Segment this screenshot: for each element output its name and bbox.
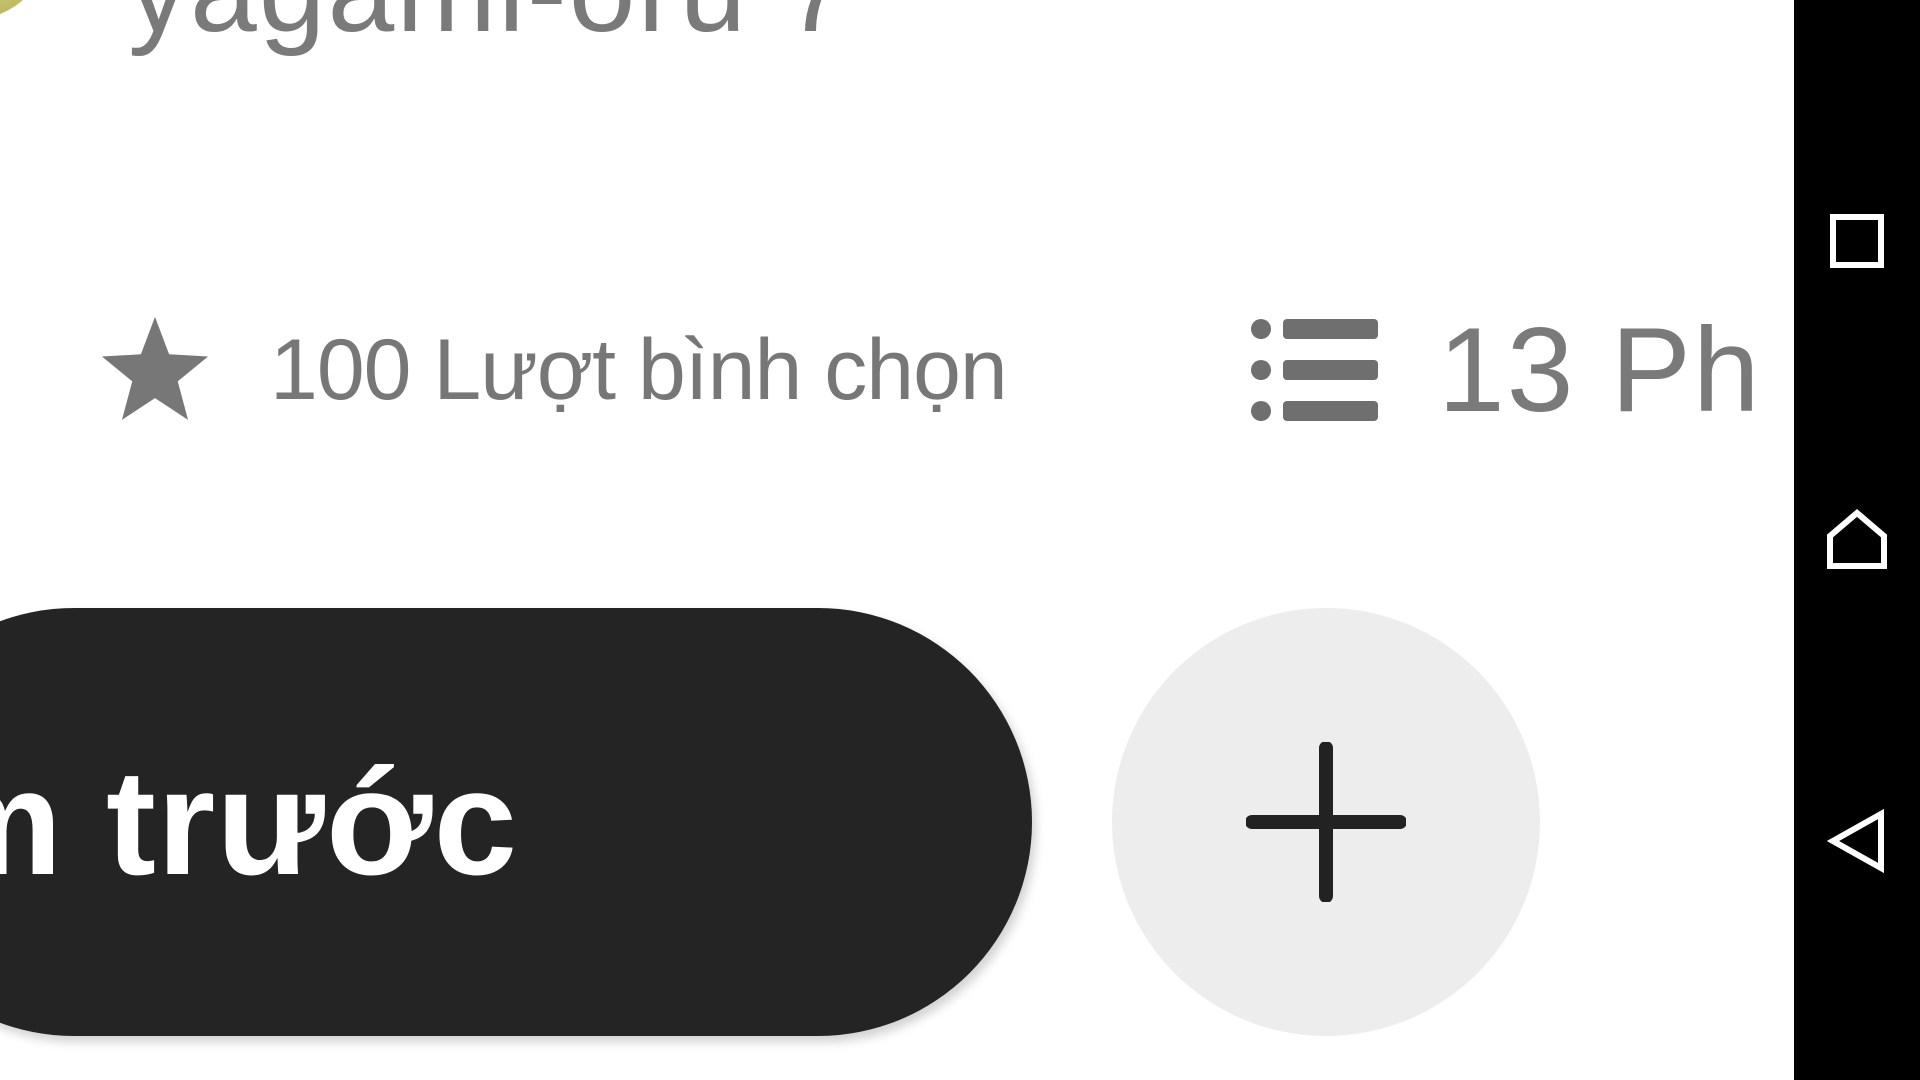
read-button[interactable]: m trước: [0, 608, 1032, 1036]
chapter-count-label: 13 Ph: [1438, 303, 1762, 437]
list-icon: [1251, 319, 1378, 421]
square-recents-icon: [1830, 214, 1884, 268]
read-button-label: m trước: [0, 737, 518, 906]
star-icon: [101, 316, 209, 420]
story-detail-screen: yagami-oru 7 100 Lượt bình chọn 13 Ph m …: [0, 0, 1794, 1080]
vote-count-label: 100 Lượt bình chọn: [270, 321, 1008, 418]
back-triangle-icon: [1827, 809, 1884, 873]
author-avatar[interactable]: [0, 0, 50, 20]
back-button[interactable]: [1822, 806, 1892, 876]
author-name[interactable]: yagami-oru 7: [128, 0, 852, 50]
home-icon: [1827, 509, 1887, 569]
chapter-count: 13 Ph: [1248, 290, 1762, 450]
home-button[interactable]: [1822, 505, 1892, 575]
plus-icon: [1246, 742, 1406, 902]
add-to-library-button[interactable]: [1112, 608, 1540, 1036]
recents-button[interactable]: [1822, 206, 1892, 276]
stats-row: 100 Lượt bình chọn 13 Ph: [0, 290, 1794, 450]
navigation-bar: [1794, 0, 1920, 1080]
vote-count: 100 Lượt bình chọn: [90, 300, 1008, 440]
